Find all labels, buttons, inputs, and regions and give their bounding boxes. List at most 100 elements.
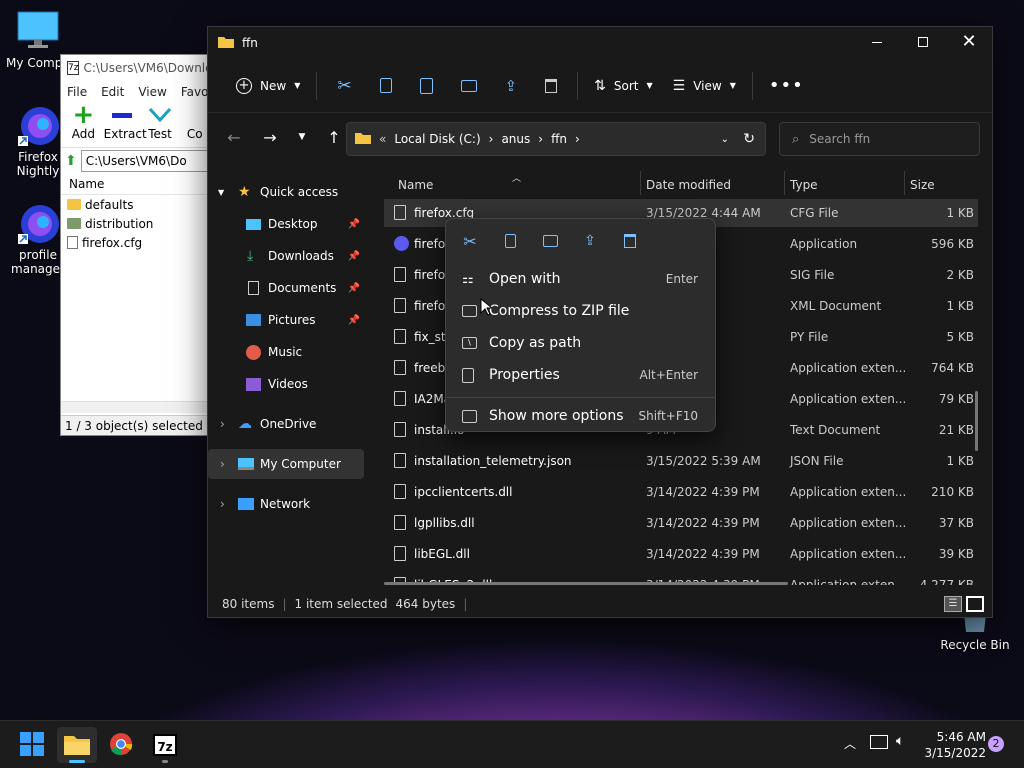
notification-badge[interactable]: 2 (988, 736, 1004, 752)
sidebar-item-desktop[interactable]: Desktop 📌 (208, 209, 364, 239)
chevron-down-icon: ▼ (294, 81, 301, 90)
context-cut-button[interactable]: ✂ (454, 225, 486, 257)
sidebar-item-videos[interactable]: Videos (208, 369, 364, 399)
sevenzip-path-field[interactable]: C:\Users\VM6\Do (80, 149, 209, 172)
vertical-scrollbar[interactable] (975, 391, 978, 451)
sidebar-item-downloads[interactable]: ⤓ Downloads 📌 (208, 241, 364, 271)
list-item[interactable]: distribution (61, 214, 209, 233)
share-button[interactable]: ⇪ (491, 68, 532, 104)
breadcrumb-anus[interactable]: anus (501, 132, 530, 146)
overflow-chevron-icon[interactable]: « (379, 132, 386, 146)
context-show-more-options[interactable]: Show more options Shift+F10 (450, 401, 712, 431)
item-count: 80 items (222, 597, 275, 611)
context-copy-as-path[interactable]: \ Copy as path (450, 328, 712, 358)
new-button[interactable]: + New ▼ (226, 68, 310, 104)
more-options-button[interactable]: ••• (759, 68, 814, 104)
computer-icon (238, 458, 254, 470)
show-hidden-icons-button[interactable]: ︿ (844, 735, 856, 752)
sidebar-item-pictures[interactable]: Pictures 📌 (208, 305, 364, 335)
file-name: installation_telemetry.json (414, 454, 572, 468)
copy-button[interactable]: Co (180, 103, 209, 147)
search-box[interactable]: ⌕ Search ffn (779, 122, 980, 156)
test-button[interactable]: Test (146, 103, 175, 147)
up-folder-icon[interactable]: ⬆ (65, 153, 77, 169)
menu-file[interactable]: File (67, 85, 87, 99)
table-row[interactable]: installation_telemetry.json 3/15/2022 5:3… (384, 447, 978, 475)
context-delete-button[interactable] (614, 225, 646, 257)
minus-icon (104, 103, 140, 127)
add-button[interactable]: + Add (69, 102, 98, 147)
forward-button[interactable]: → (254, 121, 286, 153)
file-type: Application exten... (790, 578, 907, 585)
rename-button[interactable] (447, 68, 491, 104)
file-date: 3/14/2022 4:39 PM (646, 516, 760, 530)
sort-button[interactable]: ⇅ Sort ▼ (584, 68, 663, 104)
breadcrumb-ffn[interactable]: ffn (551, 132, 567, 146)
windows-logo-icon (20, 731, 44, 759)
cut-button[interactable]: ✂ (323, 68, 365, 104)
sevenzip-status: 1 / 3 object(s) selected (61, 415, 209, 435)
horizontal-scrollbar[interactable] (384, 582, 788, 585)
list-item[interactable]: defaults (61, 195, 209, 214)
file-name: ipcclientcerts.dll (414, 485, 513, 499)
sidebar-item-onedrive[interactable]: › ☁ OneDrive (208, 409, 364, 439)
view-button[interactable]: ☰ View ▼ (663, 68, 746, 104)
sidebar-item-music[interactable]: Music (208, 337, 364, 367)
table-row[interactable]: lgpllibs.dll 3/14/2022 4:39 PM Application… (384, 509, 978, 537)
network-tray-icon[interactable] (870, 735, 888, 749)
file-icon (394, 205, 406, 220)
horizontal-scrollbar[interactable] (61, 401, 209, 413)
context-copy-button[interactable] (494, 225, 526, 257)
zip-folder-icon (462, 305, 477, 317)
recent-locations-button[interactable]: ▼ (290, 121, 314, 153)
sevenzip-app-icon: 7z (67, 61, 80, 75)
details-view-button[interactable]: ☰ (944, 596, 962, 612)
column-size[interactable]: Size (910, 178, 935, 192)
start-button[interactable] (12, 727, 52, 763)
breadcrumb-local-disk[interactable]: Local Disk (C:) (394, 132, 480, 146)
address-dropdown-icon[interactable]: ⌄ (721, 134, 729, 145)
address-bar[interactable]: « Local Disk (C:) › anus › ffn › ⌄ ↻ (346, 122, 766, 156)
sevenzip-titlebar[interactable]: 7z C:\Users\VM6\Downlo (61, 55, 209, 81)
maximize-button[interactable] (900, 27, 946, 57)
path-icon: \ (462, 337, 477, 349)
table-row[interactable]: ipcclientcerts.dll 3/14/2022 4:39 PM Appli… (384, 478, 978, 506)
extract-button[interactable]: Extract (104, 103, 147, 147)
list-item[interactable]: firefox.cfg (61, 233, 209, 252)
file-type: Application exten... (790, 392, 907, 406)
taskbar-chrome[interactable] (101, 727, 141, 763)
delete-button[interactable] (531, 68, 571, 104)
sidebar-item-documents[interactable]: Documents 📌 (208, 273, 364, 303)
sidebar-item-quick-access[interactable]: ▼ ★ Quick access (208, 177, 364, 207)
context-properties[interactable]: Properties Alt+Enter (450, 360, 712, 390)
context-open-with[interactable]: ⚏ Open with Enter (450, 264, 712, 294)
column-type[interactable]: Type (790, 178, 818, 192)
sevenzip-address-bar: ⬆ C:\Users\VM6\Do (61, 147, 209, 173)
menu-favorites[interactable]: Favorit (181, 85, 209, 99)
taskbar-file-explorer[interactable] (57, 727, 97, 763)
context-rename-button[interactable] (534, 225, 566, 257)
sidebar-item-my-computer[interactable]: › My Computer (208, 449, 364, 479)
clock[interactable]: 5:46 AM 3/15/2022 (922, 729, 986, 761)
copy-button[interactable] (366, 68, 406, 104)
column-name[interactable]: Name (398, 178, 433, 192)
minimize-button[interactable] (854, 27, 900, 57)
menu-view[interactable]: View (138, 85, 166, 99)
file-size: 210 KB (931, 485, 974, 499)
menu-edit[interactable]: Edit (101, 85, 124, 99)
context-share-button[interactable]: ⇪ (574, 225, 606, 257)
sevenzip-column-name[interactable]: Name (61, 173, 209, 195)
taskbar-7zip[interactable]: 7z (145, 727, 185, 763)
paste-button[interactable] (406, 68, 447, 104)
back-button[interactable]: ← (218, 121, 250, 153)
close-button[interactable]: ✕ (946, 27, 992, 57)
column-date-modified[interactable]: Date modified (646, 178, 731, 192)
arrow-right-icon: → (263, 127, 277, 147)
sevenzip-toolbar: + Add Extract Test Co (61, 102, 209, 147)
volume-icon[interactable]: 🔈︎ (896, 733, 904, 749)
tiles-view-button[interactable] (966, 596, 984, 612)
sidebar-item-network[interactable]: › Network (208, 489, 364, 519)
refresh-icon[interactable]: ↻ (743, 131, 755, 147)
table-row[interactable]: libEGL.dll 3/14/2022 4:39 PM Application e… (384, 540, 978, 568)
sevenzip-window[interactable]: 7z C:\Users\VM6\Downlo File Edit View Fa… (60, 54, 210, 436)
